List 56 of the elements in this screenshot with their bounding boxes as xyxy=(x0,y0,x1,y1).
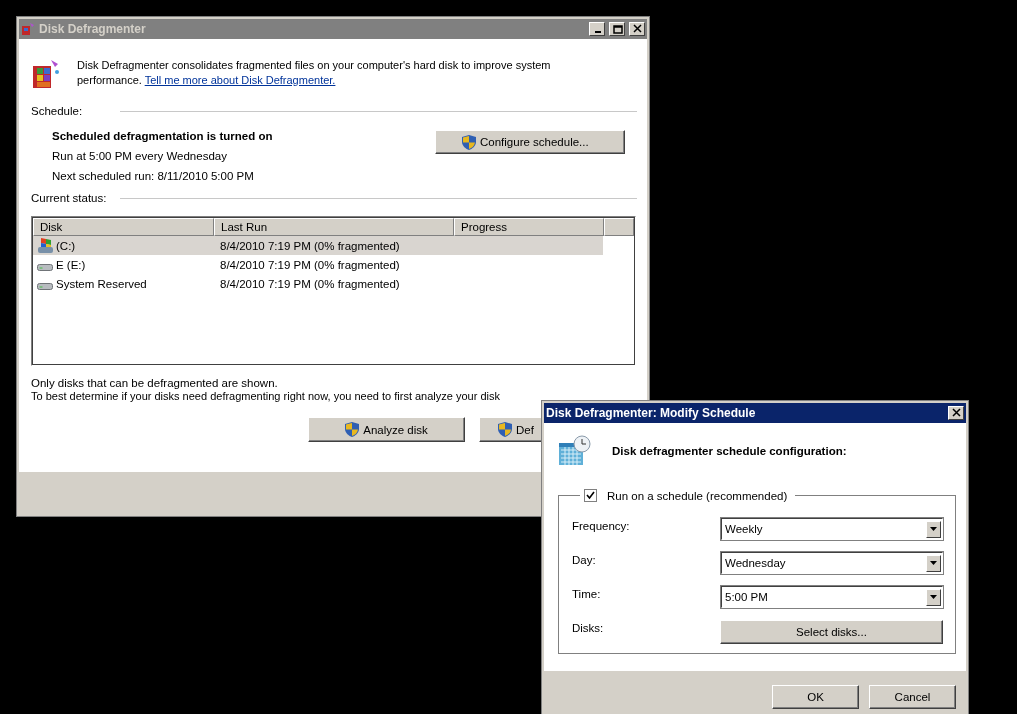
select-disks-button[interactable]: Select disks... xyxy=(720,620,943,644)
disk-row[interactable]: System Reserved 8/4/2010 7:19 PM (0% fragmented) xyxy=(33,274,603,293)
last-run-cell-text: 8/4/2010 7:19 PM (0% fragmented) xyxy=(219,239,400,252)
last-run-cell-text: 8/4/2010 7:19 PM (0% fragmented) xyxy=(219,258,400,271)
dropdown-arrow-icon xyxy=(930,595,937,599)
disk-name: E (E:) xyxy=(56,258,86,271)
schedule-time: Run at 5:00 PM every Wednesday xyxy=(52,150,228,162)
dropdown-value: 5:00 PM xyxy=(725,591,768,603)
drive-icon xyxy=(37,263,53,271)
app-icon xyxy=(21,22,35,36)
dropdown-value: Weekly xyxy=(725,523,763,535)
help-link[interactable]: Tell me more about Disk Defragmenter. xyxy=(144,74,336,86)
close-icon[interactable] xyxy=(629,22,645,36)
dropdown-field[interactable]: 5:00 PM xyxy=(721,586,943,608)
action-button[interactable]: Analyze disk xyxy=(308,417,465,442)
calendar-clock-icon xyxy=(558,435,592,467)
configure-schedule-button[interactable]: Configure schedule... xyxy=(435,130,625,154)
schedule-status: Scheduled defragmentation is turned on xyxy=(52,130,273,142)
dialog-button[interactable]: OK xyxy=(772,685,859,709)
last-run-cell-text: 8/4/2010 7:19 PM (0% fragmented) xyxy=(219,277,400,290)
section-label: Schedule: xyxy=(31,105,84,117)
dropdown-arrow-icon xyxy=(930,561,937,565)
shield-icon xyxy=(345,422,360,437)
field-label: Frequency: xyxy=(572,519,630,532)
dropdown-arrow-icon xyxy=(930,527,937,531)
disk-name: (C:) xyxy=(56,239,76,252)
next-run-text: Next scheduled run: 8/11/2010 5:00 PM xyxy=(52,170,255,182)
checkbox-label: Run on a schedule (recommended) xyxy=(607,489,788,502)
dropdown-field[interactable]: Weekly xyxy=(721,518,943,540)
dialog-heading: Disk defragmenter schedule configuration: xyxy=(612,445,847,457)
maximize-icon[interactable] xyxy=(609,22,625,36)
disk-row[interactable]: E (E:) 8/4/2010 7:19 PM (0% fragmented) xyxy=(33,255,603,274)
minimize-icon[interactable] xyxy=(589,22,605,36)
shield-icon xyxy=(462,134,476,150)
disk-name: System Reserved xyxy=(56,277,147,290)
field-label: Time: xyxy=(572,587,601,600)
description-text: Disk Defragmenter consolidates fragmented files on your computer's hard disk to improve system performance. Tell me more about Disk Defragmenter. xyxy=(77,58,552,88)
close-icon[interactable] xyxy=(948,406,964,420)
column-header[interactable]: Disk xyxy=(33,218,214,236)
dialog-title: Disk Defragmenter: Modify Schedule xyxy=(546,406,757,420)
section-label: Current status: xyxy=(31,192,108,204)
dropdown-value: Wednesday xyxy=(725,557,786,569)
window-title: Disk Defragmenter xyxy=(39,22,147,36)
field-label: Disks: xyxy=(572,621,604,634)
drive-icon xyxy=(37,282,53,290)
schedule-checkbox[interactable] xyxy=(584,489,597,502)
note-text: To best determine if your disks need defragmenting right now, you need to first analyze your disk xyxy=(31,390,501,402)
column-header[interactable]: Progress xyxy=(454,218,604,236)
column-header[interactable]: Last Run xyxy=(214,218,454,236)
system-drive-icon xyxy=(37,237,54,254)
shield-icon xyxy=(498,422,512,437)
field-label: Day: xyxy=(572,553,596,566)
disk-row[interactable]: (C:) 8/4/2010 7:19 PM (0% fragmented) xyxy=(33,236,603,255)
note-text: Only disks that can be defragmented are shown. xyxy=(31,377,279,389)
dialog-button[interactable]: Cancel xyxy=(869,685,956,709)
dropdown-field[interactable]: Wednesday xyxy=(721,552,943,574)
